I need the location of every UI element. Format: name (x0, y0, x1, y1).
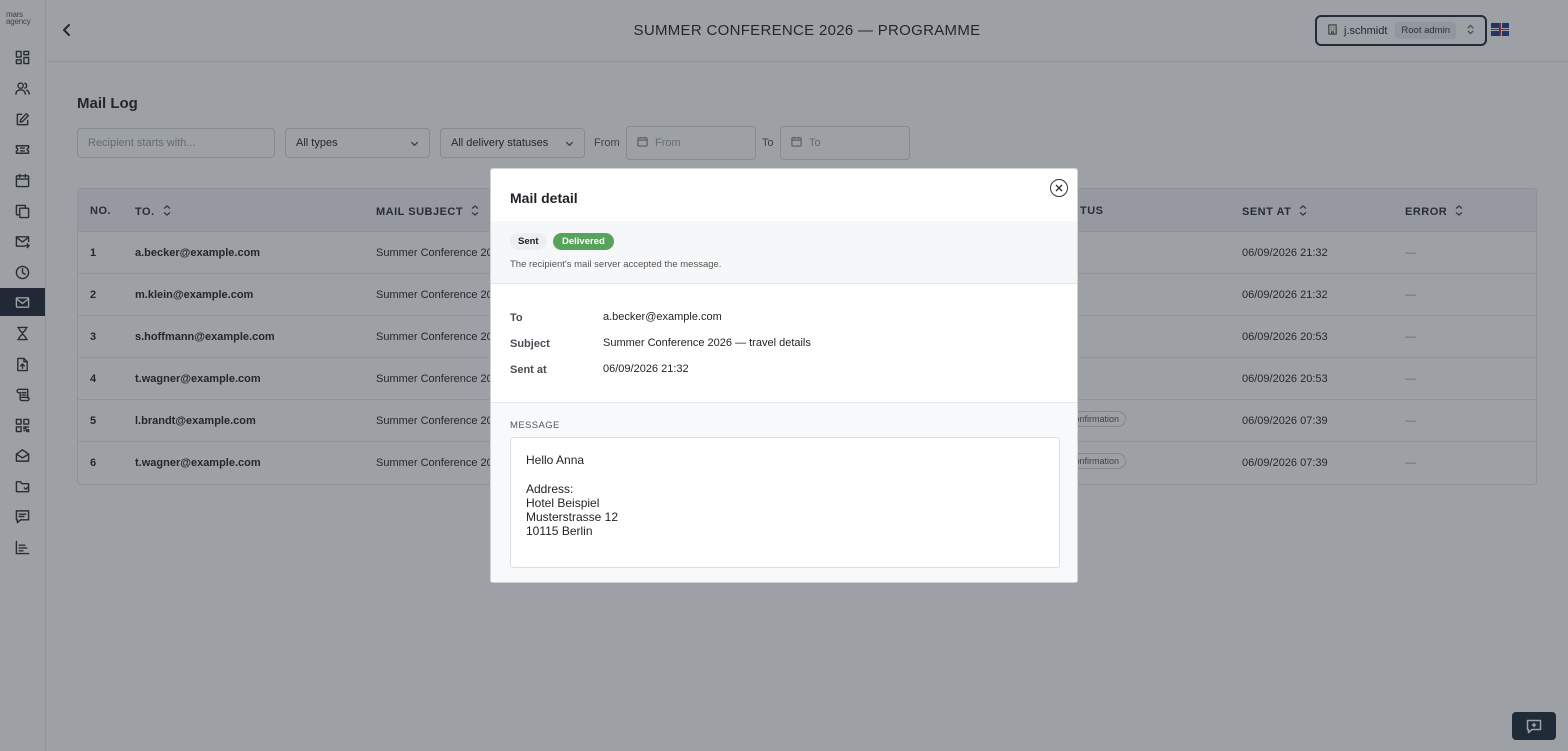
status-description: The recipient's mail server accepted the… (510, 259, 722, 270)
mail-details: To a.becker@example.com Subject Summer C… (491, 285, 1077, 403)
message-label: MESSAGE (510, 420, 560, 431)
message-section: MESSAGE Hello Anna Address: Hotel Beispi… (491, 403, 1077, 582)
sent-at-value: 06/09/2026 21:32 (603, 363, 689, 375)
message-line: 10115 Berlin (526, 524, 593, 539)
sent-at-label: Sent at (510, 364, 547, 376)
message-line: Hotel Beispiel (526, 495, 600, 510)
message-line: Musterstrasse 12 (526, 510, 619, 525)
message-body: Hello Anna Address: Hotel Beispiel Muste… (510, 437, 1060, 568)
mail-detail-modal: Mail detail Sent Delivered The recipient… (490, 168, 1078, 583)
to-label: To (510, 312, 523, 324)
message-line: Hello Anna (526, 453, 585, 467)
modal-title: Mail detail (510, 190, 578, 206)
message-line (526, 467, 1044, 481)
subject-label: Subject (510, 338, 550, 350)
delivered-badge: Delivered (553, 233, 614, 250)
close-button[interactable] (1050, 179, 1068, 197)
message-line: Address: (526, 481, 574, 496)
delivery-status-section: Sent Delivered The recipient's mail serv… (491, 221, 1077, 284)
close-icon (1055, 184, 1063, 192)
subject-value: Summer Conference 2026 — travel details (603, 337, 811, 349)
to-value: a.becker@example.com (603, 311, 722, 323)
sent-badge: Sent (510, 233, 547, 250)
